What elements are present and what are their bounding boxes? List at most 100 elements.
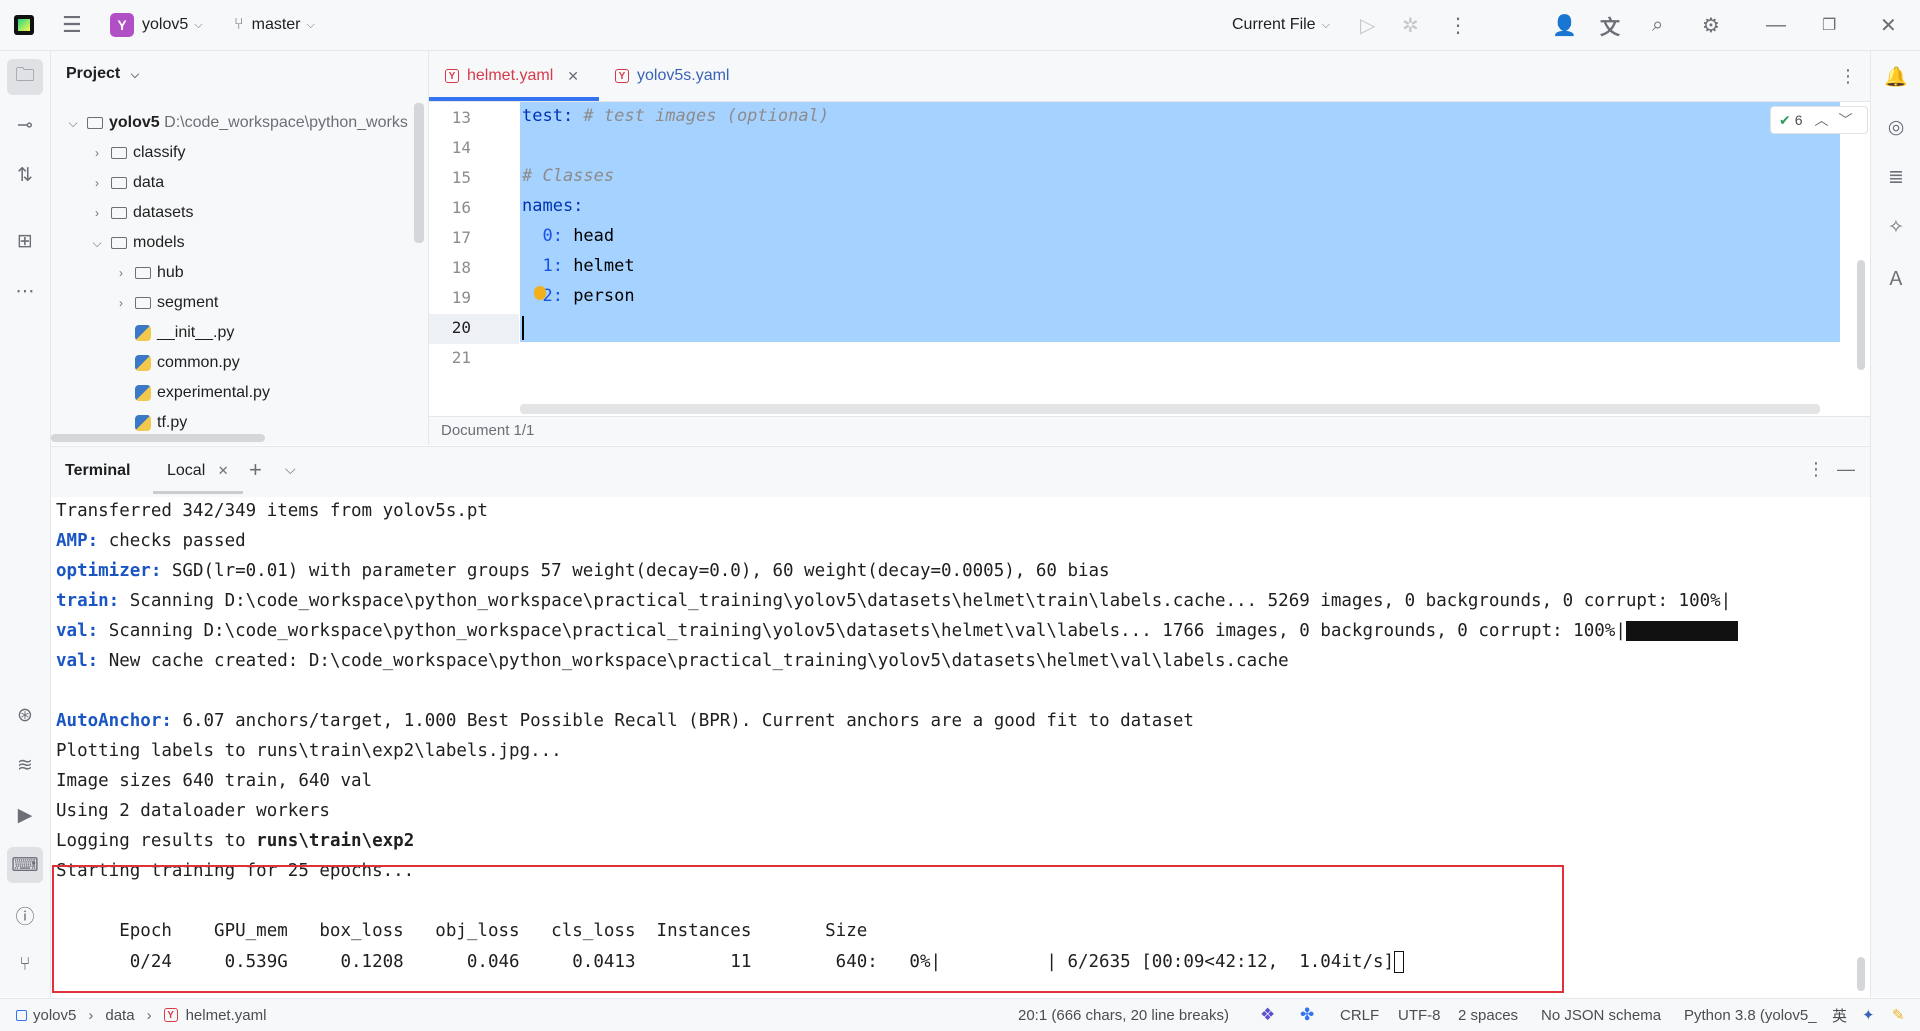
translate-icon[interactable]: 文 xyxy=(1600,0,1620,50)
tree-item-datasets[interactable]: › datasets xyxy=(89,198,193,228)
app-logo-icon[interactable] xyxy=(14,0,34,50)
services-icon[interactable]: ▶ xyxy=(0,797,50,833)
more-icon[interactable]: ⋮ xyxy=(1807,459,1825,480)
ai-assistant-icon[interactable]: ◎ xyxy=(1871,109,1920,145)
chevron-down-icon[interactable]: ⌵ xyxy=(285,461,296,478)
font-icon[interactable]: Ａ xyxy=(1871,259,1920,295)
project-tool-icon[interactable]: 🗀 xyxy=(7,59,43,95)
tree-root[interactable]: ⌵ yolov5 D:\code_workspace\python_works xyxy=(65,108,407,138)
tree-item-data[interactable]: › data xyxy=(89,168,164,198)
branch-name: master xyxy=(251,16,301,33)
database-icon[interactable]: ≣ xyxy=(1871,159,1920,195)
folder-icon xyxy=(111,177,127,189)
more-tools-icon[interactable]: ⋯ xyxy=(0,273,50,309)
vertical-scrollbar[interactable] xyxy=(414,103,424,243)
branch-selector[interactable]: ⑂ master ⌵ xyxy=(234,0,315,50)
folder-icon xyxy=(87,117,103,129)
breadcrumb-item[interactable]: helmet.yaml xyxy=(186,1007,267,1024)
yaml-index: 0: xyxy=(522,226,563,246)
yaml-comment: # test images (optional) xyxy=(573,106,830,126)
line-number: 17 xyxy=(451,228,471,247)
terminal-tab-local[interactable]: Local ✕ xyxy=(167,462,229,480)
ime-indicator[interactable]: 英 xyxy=(1832,999,1847,1031)
folder-icon xyxy=(111,237,127,249)
line-number: 20 xyxy=(451,318,471,337)
add-tab-icon[interactable]: + xyxy=(249,457,262,483)
run-config-label: Current File xyxy=(1232,16,1316,33)
tree-item-experimental[interactable]: experimental.py xyxy=(113,378,270,408)
indent-setting[interactable]: 2 spaces xyxy=(1458,999,1518,1031)
debug-icon[interactable]: ✲ xyxy=(1402,0,1419,50)
breadcrumb-item[interactable]: data xyxy=(105,1007,134,1024)
pull-request-icon[interactable]: ⇅ xyxy=(0,157,50,193)
paw-icon[interactable]: ✤ xyxy=(1300,999,1314,1031)
horizontal-scrollbar[interactable] xyxy=(51,434,265,442)
terminal-scrollbar[interactable] xyxy=(1857,957,1865,991)
commit-icon[interactable]: ⊸ xyxy=(0,107,50,143)
caret-position[interactable]: 20:1 (666 chars, 20 line breaks) xyxy=(1018,999,1229,1031)
folder-icon xyxy=(135,267,151,279)
lightbulb-icon[interactable]: ✎ xyxy=(1892,999,1905,1031)
document-status: Document 1/1 xyxy=(429,416,1870,445)
yaml-file-icon: Y xyxy=(163,1008,178,1022)
tree-item-segment[interactable]: › segment xyxy=(113,288,218,318)
close-icon[interactable]: ✕ xyxy=(1880,0,1897,50)
editor-horizontal-scrollbar[interactable] xyxy=(520,404,1820,414)
chevron-down-icon: ⌵ xyxy=(306,18,315,31)
problems-count: 6 xyxy=(1794,112,1803,128)
tab-helmet-yaml[interactable]: Y helmet.yaml ✕ xyxy=(445,51,579,101)
file-encoding[interactable]: UTF-8 xyxy=(1398,999,1441,1031)
python-console-icon[interactable]: ⊛ xyxy=(0,697,50,733)
more-icon[interactable]: ⋮ xyxy=(1448,0,1468,50)
gear-icon[interactable]: ⚙ xyxy=(1702,0,1720,50)
run-config-selector[interactable]: Current File ⌵ xyxy=(1232,0,1330,50)
problems-icon[interactable]: ⓘ xyxy=(0,897,50,933)
breadcrumb-item[interactable]: yolov5 xyxy=(33,1007,76,1024)
project-badge: Y xyxy=(110,13,134,37)
code-lines: test: # test images (optional) # Classes… xyxy=(520,102,1840,415)
editor-vertical-scrollbar[interactable] xyxy=(1857,260,1865,370)
terminal-line: val: Scanning D:\code_workspace\python_w… xyxy=(56,621,1738,641)
minimize-icon[interactable]: — xyxy=(1766,0,1786,50)
close-tab-icon[interactable]: ✕ xyxy=(567,68,579,85)
notifications-icon[interactable]: 🔔 xyxy=(1871,59,1920,95)
structure-icon[interactable]: ⊞ xyxy=(0,223,50,259)
add-user-icon[interactable]: 👤 xyxy=(1552,0,1577,50)
project-selector[interactable]: Y yolov5 ⌵ xyxy=(110,0,203,50)
close-tab-icon[interactable]: ✕ xyxy=(218,463,229,478)
text-cursor xyxy=(522,316,524,340)
search-icon[interactable]: ⌕ xyxy=(1652,0,1663,50)
python-file-icon xyxy=(135,325,151,341)
json-schema[interactable]: No JSON schema xyxy=(1541,999,1661,1031)
terminal-line: Transferred 342/349 items from yolov5s.p… xyxy=(56,501,488,521)
minimize-panel-icon[interactable]: — xyxy=(1837,459,1855,480)
tree-item-init[interactable]: __init__.py xyxy=(113,318,234,348)
tab-yolov5s-yaml[interactable]: Y yolov5s.yaml xyxy=(615,51,729,101)
chevron-down-icon: ⌵ xyxy=(194,18,203,31)
lightbulb-icon[interactable] xyxy=(534,286,546,300)
project-panel-title[interactable]: Project ⌵ xyxy=(66,65,139,83)
tree-item-models[interactable]: ⌵ models xyxy=(89,228,184,258)
inspection-widget[interactable]: ✔ 6 ︿ ﹀ xyxy=(1770,106,1868,134)
main-menu-icon[interactable]: ☰ xyxy=(62,0,82,50)
plugin-icon[interactable]: ✧ xyxy=(1871,209,1920,245)
chevron-up-icon[interactable]: ︿ xyxy=(1815,110,1829,130)
tree-item-common[interactable]: common.py xyxy=(113,348,240,378)
chevron-down-icon[interactable]: ﹀ xyxy=(1839,110,1853,130)
tab-options-icon[interactable]: ⋮ xyxy=(1839,51,1857,101)
restore-icon[interactable]: ❐ xyxy=(1822,0,1836,50)
layers-icon[interactable]: ≋ xyxy=(0,747,50,783)
terminal-tab-indicator xyxy=(153,491,243,494)
python-interpreter[interactable]: Python 3.8 (yolov5_ xyxy=(1684,999,1817,1031)
tray-icon[interactable]: ✦ xyxy=(1862,999,1875,1031)
editor-tab-bar: Y helmet.yaml ✕ Y yolov5s.yaml ⋮ xyxy=(429,51,1870,102)
git-icon[interactable]: ⑂ xyxy=(0,947,50,983)
copilot-icon[interactable]: ❖ xyxy=(1260,999,1275,1031)
run-icon[interactable]: ▷ xyxy=(1360,0,1375,50)
tree-item-classify[interactable]: › classify xyxy=(89,138,185,168)
line-number: 18 xyxy=(451,258,471,277)
line-separator[interactable]: CRLF xyxy=(1340,999,1379,1031)
tree-item-hub[interactable]: › hub xyxy=(113,258,184,288)
terminal-icon[interactable]: ⌨ xyxy=(7,847,43,883)
terminal-line: optimizer: SGD(lr=0.01) with parameter g… xyxy=(56,561,1110,581)
